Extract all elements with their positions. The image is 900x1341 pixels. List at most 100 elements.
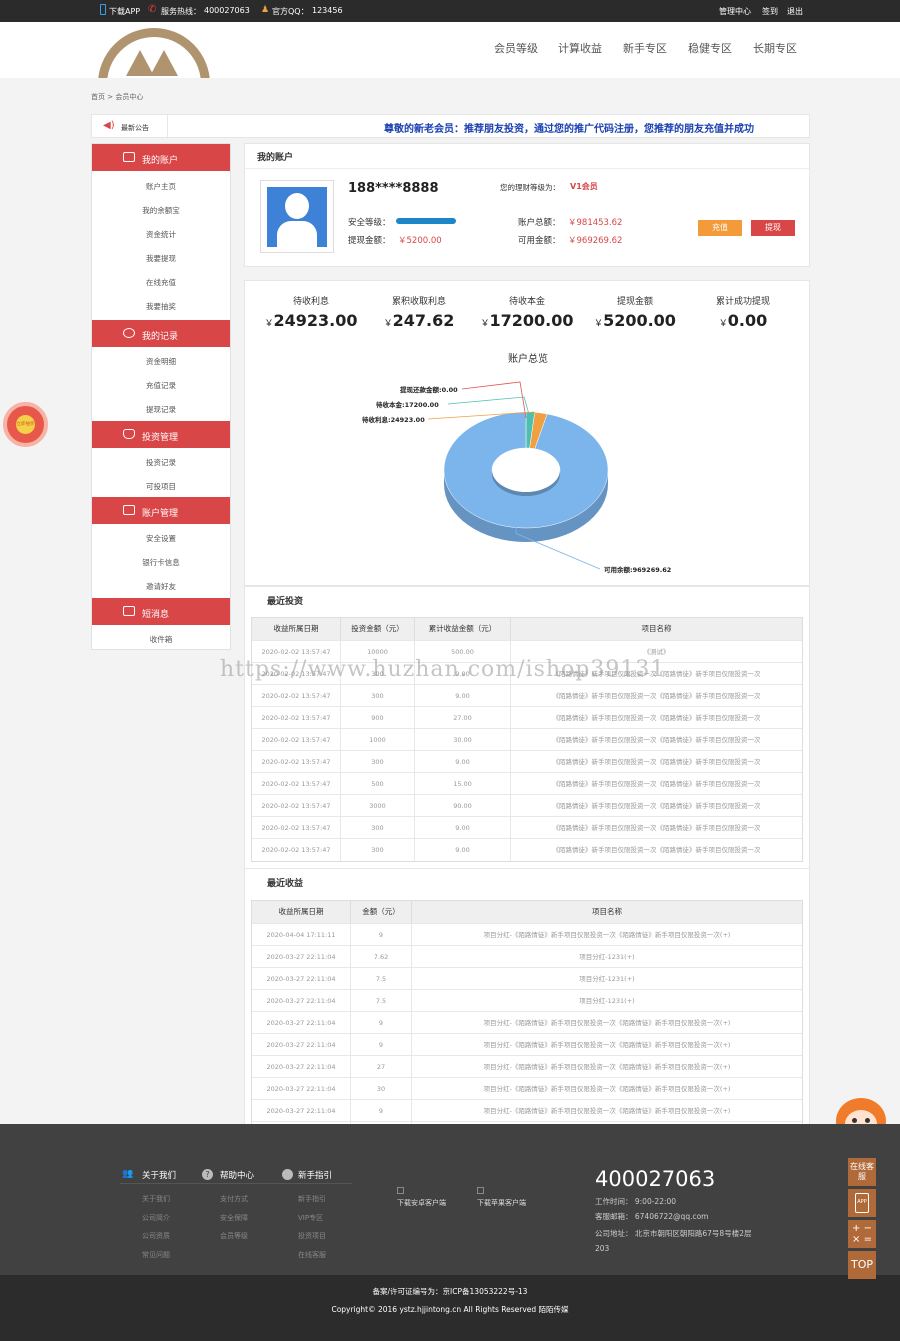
people-icon: 👥 bbox=[122, 1169, 134, 1179]
chart-title: 账户总览 bbox=[508, 354, 548, 365]
table-cell: 7.5 bbox=[351, 990, 412, 1012]
footer-link[interactable]: 新手指引 bbox=[298, 1194, 326, 1204]
table-header-row: 收益所属日期 投资金额（元） 累计收益金额（元） 项目名称 bbox=[252, 618, 802, 640]
sidebar-item-bank-card[interactable]: 银行卡信息 bbox=[92, 557, 230, 568]
table-cell: 9.00 bbox=[415, 839, 511, 861]
footer-link[interactable]: 在线客服 bbox=[298, 1250, 326, 1260]
sidebar-item-fund-details[interactable]: 资金明细 bbox=[92, 356, 230, 367]
table-cell: 《陌路情徒》新手项目仅限投资一次《陌路情徒》新手项目仅限投资一次 bbox=[552, 846, 761, 854]
nav-stable-zone[interactable]: 稳健专区 bbox=[688, 40, 732, 56]
android-download-link[interactable]: 下载安卓客户端 bbox=[397, 1198, 446, 1208]
back-to-top-button[interactable]: TOP bbox=[848, 1251, 876, 1279]
table-row: 2020-03-27 22:11:04 9 项目分红-《陌路情徒》新手项目仅限投资一… bbox=[252, 1011, 802, 1034]
available-label: 可用金额： bbox=[518, 236, 561, 246]
sidebar-item-available-projects[interactable]: 可投项目 bbox=[92, 481, 230, 492]
recharge-button[interactable]: 充值 bbox=[698, 220, 742, 236]
footer-link[interactable]: 关于我们 bbox=[142, 1194, 170, 1204]
security-level-bar bbox=[396, 218, 456, 224]
table-row: 2020-04-04 17:11:11 9 项目分红-《陌路情徒》新手项目仅限投资一… bbox=[252, 923, 802, 946]
footer-link[interactable]: 公司简介 bbox=[142, 1213, 170, 1223]
download-app-link[interactable]: 下载APP bbox=[109, 6, 140, 17]
table-row: 2020-02-02 13:57:47 900 27.00 《陌路情徒》新手项目仅限投… bbox=[252, 706, 802, 729]
signin-link[interactable]: 签到 bbox=[762, 6, 778, 17]
sidebar-item-fund-stats[interactable]: 资金统计 bbox=[92, 229, 230, 240]
sidebar-section-my-records[interactable]: 我的记录 bbox=[92, 320, 230, 347]
online-service-button[interactable]: 在线客服 bbox=[848, 1158, 876, 1186]
table-cell: 《陌路情徒》新手项目仅限投资一次《陌路情徒》新手项目仅限投资一次 bbox=[552, 758, 761, 766]
table-row: 2020-02-02 13:57:47 300 9.00 《陌路情徒》新手项目仅限投资… bbox=[252, 816, 802, 839]
stat-value-withdraw-amount: ￥5200.00 bbox=[594, 311, 676, 330]
sidebar-item-inbox[interactable]: 收件箱 bbox=[92, 634, 230, 645]
footer-link[interactable]: 投资项目 bbox=[298, 1231, 326, 1241]
withdraw-button[interactable]: 提现 bbox=[751, 220, 795, 236]
table-cell: 2020-03-27 22:11:04 bbox=[252, 1012, 351, 1034]
watermark: https://www.huzhan.com/ishop39131 bbox=[220, 657, 666, 682]
calculator-button[interactable]: + − × = bbox=[848, 1220, 876, 1248]
table-cell: 2020-03-27 22:11:04 bbox=[252, 946, 351, 968]
nav-longterm-zone[interactable]: 长期专区 bbox=[753, 40, 797, 56]
logout-link[interactable]: 退出 bbox=[787, 6, 803, 17]
footer-link[interactable]: 会员等级 bbox=[220, 1231, 248, 1241]
help-icon: ? bbox=[202, 1169, 213, 1180]
level-value: V1会员 bbox=[570, 182, 598, 191]
table-row: 2020-02-02 13:57:47 3000 90.00 《陌路情徒》新手项目仅限… bbox=[252, 794, 802, 817]
footer-link[interactable]: 常见问题 bbox=[142, 1250, 170, 1260]
sidebar-item-security[interactable]: 安全设置 bbox=[92, 533, 230, 544]
sidebar-item-withdraw[interactable]: 我要提现 bbox=[92, 253, 230, 264]
table-cell: 2020-02-02 13:57:47 bbox=[252, 707, 341, 729]
sidebar-section-my-account[interactable]: 我的账户 bbox=[92, 144, 230, 171]
table-cell: 9.00 bbox=[415, 817, 511, 839]
top-bar: 下载APP ✆ 服务热线： 400027063 ♟ 官方QQ： 123456 管… bbox=[0, 0, 900, 22]
table-row: 2020-03-27 22:11:04 9 项目分红-《陌路情徒》新手项目仅限投资一… bbox=[252, 1033, 802, 1056]
table-cell: 2020-02-02 13:57:47 bbox=[252, 795, 341, 817]
sidebar-item-invite[interactable]: 邀请好友 bbox=[92, 581, 230, 592]
table-cell: 《陌路情徒》新手项目仅限投资一次《陌路情徒》新手项目仅限投资一次 bbox=[552, 802, 761, 810]
stat-label-pending-principal: 待收本金 bbox=[508, 297, 545, 307]
pie-label: 可用余额:969269.62 bbox=[604, 565, 671, 574]
sidebar-item-lottery[interactable]: 我要抽奖 bbox=[92, 301, 230, 312]
table-cell: 1000 bbox=[341, 729, 415, 751]
coin-icon bbox=[123, 328, 135, 338]
footer-link[interactable]: 安全保障 bbox=[220, 1213, 248, 1223]
footer-link[interactable]: 公司资质 bbox=[142, 1231, 170, 1241]
table-row: 2020-03-27 22:11:04 7.5 项目分红-1231(+) bbox=[252, 989, 802, 1012]
sidebar-item-recharge[interactable]: 在线充值 bbox=[92, 277, 230, 288]
footer-link[interactable]: VIP专区 bbox=[298, 1213, 323, 1223]
mail-icon bbox=[123, 606, 135, 616]
sidebar-section-messages[interactable]: 短消息 bbox=[92, 598, 230, 625]
sidebar-item-account-home[interactable]: 账户主页 bbox=[92, 181, 230, 192]
table-cell: 项目分红-《陌路情徒》新手项目仅限投资一次《陌路情徒》新手项目仅限投资一次(+) bbox=[483, 1063, 731, 1071]
admin-center-link[interactable]: 管理中心 bbox=[719, 6, 751, 17]
table-cell: 300 bbox=[341, 839, 415, 861]
table-cell: 项目分红-《陌路情徒》新手项目仅限投资一次《陌路情徒》新手项目仅限投资一次(+) bbox=[483, 1019, 731, 1027]
table-cell: 2020-02-02 13:57:47 bbox=[252, 817, 341, 839]
level-label: 您的理财等级为： bbox=[500, 183, 560, 192]
table-cell: 900 bbox=[341, 707, 415, 729]
app-download-button[interactable]: APP bbox=[848, 1189, 876, 1217]
sidebar-item-withdraw-records[interactable]: 提现记录 bbox=[92, 404, 230, 415]
nav-calc-earnings[interactable]: 计算收益 bbox=[558, 40, 602, 56]
sidebar-item-invest-records[interactable]: 投资记录 bbox=[92, 457, 230, 468]
notice-text[interactable]: 尊敬的新老会员：推荐朋友投资，通过您的推广代码注册，您推荐的朋友充值并成功 bbox=[384, 120, 754, 135]
table-cell: 9 bbox=[351, 924, 412, 946]
breadcrumb: 首页 > 会员中心 bbox=[91, 93, 144, 101]
notice-label: 最新公告 bbox=[121, 124, 149, 132]
footer-link[interactable]: 支付方式 bbox=[220, 1194, 248, 1204]
sidebar-item-recharge-records[interactable]: 充值记录 bbox=[92, 380, 230, 391]
sidebar-section-account-mgmt[interactable]: 账户管理 bbox=[92, 497, 230, 524]
table-cell: 《陌路情徒》新手项目仅限投资一次《陌路情徒》新手项目仅限投资一次 bbox=[552, 824, 761, 832]
avatar[interactable] bbox=[260, 180, 334, 253]
recent-earnings-heading: 最近收益 bbox=[267, 879, 304, 889]
nav-newbie-zone[interactable]: 新手专区 bbox=[623, 40, 667, 56]
table-cell: 《陌路情徒》新手项目仅限投资一次《陌路情徒》新手项目仅限投资一次 bbox=[552, 692, 761, 700]
table-cell: 项目分红-《陌路情徒》新手项目仅限投资一次《陌路情徒》新手项目仅限投资一次(+) bbox=[483, 931, 731, 939]
lottery-float-button[interactable]: 立即抽奖 bbox=[3, 402, 48, 447]
site-logo[interactable] bbox=[98, 28, 210, 78]
sidebar-section-invest-mgmt[interactable]: 投资管理 bbox=[92, 421, 230, 448]
apple-download-link[interactable]: 下载苹果客户端 bbox=[477, 1198, 526, 1208]
stat-label-pending-interest: 待收利息 bbox=[292, 297, 329, 307]
sidebar-item-yuebao[interactable]: 我的余额宝 bbox=[92, 205, 230, 216]
account-heading: 我的账户 bbox=[257, 153, 294, 163]
table-cell: 2020-03-27 22:11:04 bbox=[252, 968, 351, 990]
nav-member-level[interactable]: 会员等级 bbox=[494, 40, 538, 56]
